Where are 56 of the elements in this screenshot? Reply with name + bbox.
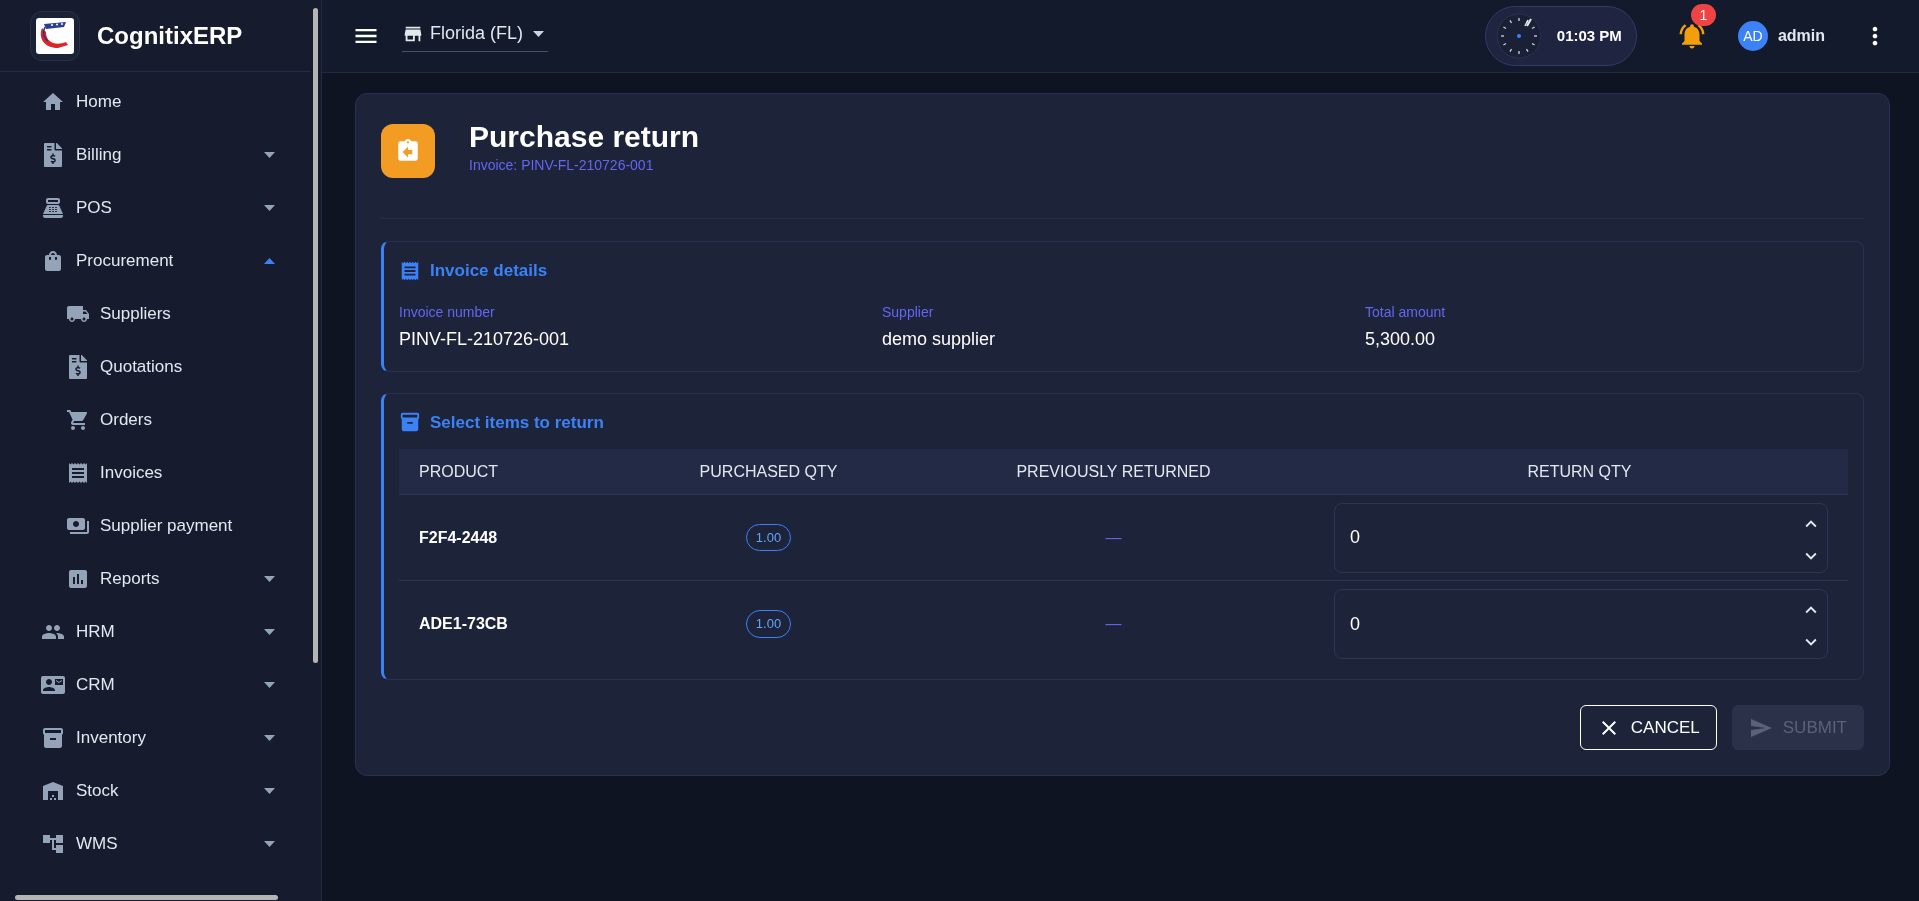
column-header: PREVIOUSLY RETURNED xyxy=(1016,461,1211,482)
cash-register-icon xyxy=(41,195,65,220)
cart-icon xyxy=(66,407,90,432)
product-code: F2F4-2448 xyxy=(418,527,498,548)
section-title: Select items to return xyxy=(430,411,604,434)
previously-returned: — xyxy=(1105,527,1122,548)
column-header: PRODUCT xyxy=(418,461,499,482)
store-select[interactable]: Florida (FL) xyxy=(402,20,548,52)
sidebar-item[interactable]: Home xyxy=(0,75,321,128)
clock-dial-icon xyxy=(1494,12,1543,60)
user-menu[interactable]: AD admin xyxy=(1737,21,1825,51)
field-label: Invoice number xyxy=(399,302,496,322)
sidebar-item[interactable]: HRM xyxy=(0,605,321,658)
clock-time: 01:03 PM xyxy=(1556,25,1622,46)
invoice-dollar-icon xyxy=(66,354,90,379)
cancel-button[interactable]: CANCEL xyxy=(1579,705,1717,750)
archive-box-icon xyxy=(399,411,421,434)
page-subtitle: Invoice: PINV-FL-210726-001 xyxy=(469,156,655,176)
brand-name: CognitixERP xyxy=(97,20,243,51)
invoice-dollar-icon xyxy=(41,142,65,167)
section-title: Invoice details xyxy=(430,260,548,282)
field-value: 5,300.00 xyxy=(1365,327,1437,351)
receipt-icon xyxy=(399,259,421,282)
page-title: Purchase return xyxy=(469,118,700,155)
caret-down-icon xyxy=(533,30,544,37)
sidebar-item[interactable]: CRM xyxy=(0,658,321,711)
field-value: PINV-FL-210726-001 xyxy=(399,327,571,351)
sidebar-item[interactable]: Billing xyxy=(0,128,321,181)
sidebar-item[interactable]: Orders xyxy=(0,393,321,446)
column-header: PURCHASED QTY xyxy=(699,461,838,482)
sidebar-item[interactable]: Quotations xyxy=(0,340,321,393)
sidebar-item[interactable]: Stock xyxy=(0,764,321,817)
sidebar-item[interactable]: Inventory xyxy=(0,711,321,764)
horizontal-scrollbar[interactable] xyxy=(15,895,278,900)
archive-box-icon xyxy=(41,725,65,750)
notification-count: 1 xyxy=(1690,4,1716,26)
field-value: demo supplier xyxy=(882,327,997,351)
field-label: Total amount xyxy=(1365,302,1447,322)
sidebar-item[interactable]: Invoices xyxy=(0,446,321,499)
column-header: RETURN QTY xyxy=(1527,461,1632,482)
return-qty-field[interactable]: 0 xyxy=(1334,502,1828,573)
sidebar-item[interactable]: POS xyxy=(0,181,321,234)
return-qty-field[interactable]: 0 xyxy=(1334,589,1828,659)
sidebar-item[interactable]: Procurement xyxy=(0,234,321,287)
previously-returned: — xyxy=(1105,614,1122,634)
vertical-scrollbar[interactable] xyxy=(313,8,318,663)
sidebar-item[interactable]: WMS xyxy=(0,817,321,870)
user-avatar: AD xyxy=(1737,21,1768,51)
product-code: ADE1-73CB xyxy=(418,614,508,634)
sidebar-item[interactable]: Supplier payment xyxy=(0,499,321,552)
logo-icon xyxy=(36,17,74,54)
clipboard-arrow-icon xyxy=(395,138,421,164)
sidebar-item[interactable]: Reports xyxy=(0,552,321,605)
receipt-icon xyxy=(66,460,90,485)
field-label: Supplier xyxy=(882,302,935,322)
sidebar-item[interactable]: Suppliers xyxy=(0,287,321,340)
